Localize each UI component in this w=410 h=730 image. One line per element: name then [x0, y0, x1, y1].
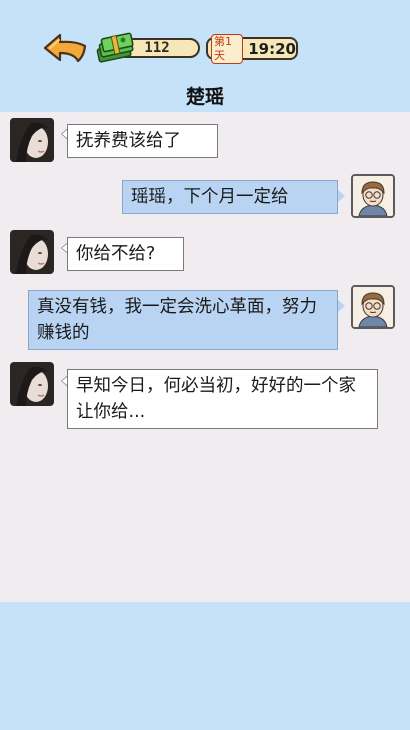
- day-label: 第1天: [211, 33, 244, 64]
- message-bubble-received[interactable]: 抚养费该给了: [67, 124, 218, 158]
- message-text: 真没有钱，我一定会洗心革面，努力赚钱的: [37, 297, 317, 343]
- message-text: 早知今日，何必当初，好好的一个家让你给...: [76, 376, 356, 422]
- top-bar: 112 第1天 19:20: [0, 0, 410, 80]
- contact-avatar[interactable]: [10, 362, 54, 406]
- chat-area[interactable]: 抚养费该给了 瑶瑶，下个月一定给 你给不给? 真没有钱，我一定会洗心革面，努力赚…: [0, 112, 410, 602]
- back-arrow-icon: [43, 33, 87, 63]
- message-text: 瑶瑶，下个月一定给: [131, 187, 289, 207]
- player-avatar[interactable]: [351, 285, 395, 329]
- woman-portrait-icon: [10, 118, 54, 162]
- day-time-display: 第1天 19:20: [206, 33, 298, 64]
- man-portrait-icon: [353, 287, 393, 327]
- woman-portrait-icon: [10, 362, 54, 406]
- back-button[interactable]: [42, 32, 88, 64]
- contact-avatar[interactable]: [10, 118, 54, 162]
- woman-portrait-icon: [10, 230, 54, 274]
- player-avatar[interactable]: [351, 174, 395, 218]
- contact-avatar[interactable]: [10, 230, 54, 274]
- message-text: 你给不给?: [76, 244, 156, 264]
- message-bubble-sent[interactable]: 瑶瑶，下个月一定给: [122, 180, 338, 214]
- chat-title: 楚瑶: [185, 86, 224, 108]
- message-text: 抚养费该给了: [76, 131, 181, 151]
- message-bubble-received[interactable]: 你给不给?: [67, 237, 184, 271]
- money-stack-icon: [96, 32, 134, 63]
- clock-time: 19:20: [248, 39, 296, 58]
- message-bubble-sent[interactable]: 真没有钱，我一定会洗心革面，努力赚钱的: [28, 290, 338, 350]
- message-bubble-received[interactable]: 早知今日，何必当初，好好的一个家让你给...: [67, 369, 378, 429]
- money-counter: 112: [94, 32, 202, 64]
- man-portrait-icon: [353, 176, 393, 216]
